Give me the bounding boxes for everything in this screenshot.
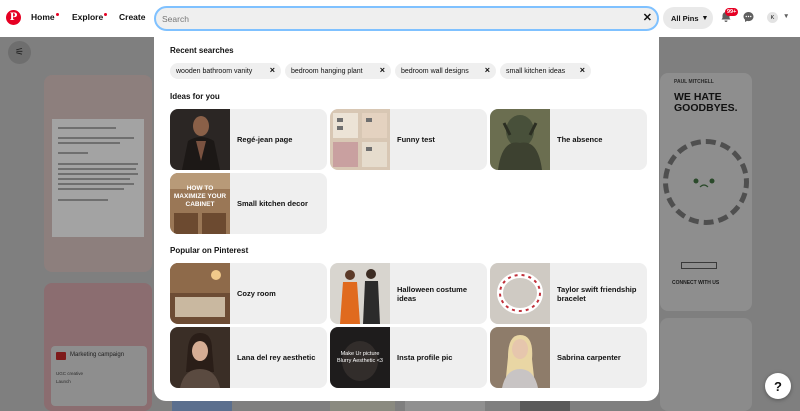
all-pins-filter-dropdown[interactable]: All Pins ▼: [663, 7, 713, 29]
notifications-badge: 99+: [725, 8, 739, 16]
idea-card[interactable]: HOW TO MAXIMIZE YOUR CABINET Small kitch…: [170, 173, 327, 234]
recent-search-label: bedroom wall designs: [401, 67, 469, 75]
idea-label: Small kitchen decor: [237, 199, 308, 208]
ad-cta-button: [681, 262, 717, 269]
nav-explore-label: Explore: [72, 12, 104, 22]
recent-search-chip[interactable]: bedroom wall designs ×: [395, 63, 496, 79]
popular-thumbnail: [170, 263, 230, 324]
marketing-row: Launch: [56, 379, 71, 384]
popular-thumbnail: [490, 327, 550, 388]
marketing-campaign-panel: Marketing campaign UGC creative Launch: [51, 346, 147, 406]
nav-home[interactable]: Home: [31, 12, 59, 22]
recent-search-label: bedroom hanging plant: [291, 67, 363, 75]
account-chevron-down-icon[interactable]: ▼: [783, 13, 789, 20]
idea-card[interactable]: Funny test: [330, 109, 487, 170]
popular-thumbnail: [490, 263, 550, 324]
chevron-down-icon: ▼: [701, 14, 709, 22]
idea-thumbnail: [490, 109, 550, 170]
idea-label: The absence: [557, 135, 603, 144]
recent-search-chip[interactable]: small kitchen ideas ×: [500, 63, 591, 79]
recent-search-label: small kitchen ideas: [506, 67, 566, 75]
help-button[interactable]: ?: [765, 373, 791, 399]
popular-thumbnail: [330, 263, 390, 324]
recent-search-chip[interactable]: wooden bathroom vanity ×: [170, 63, 281, 79]
remove-recent-search-icon[interactable]: ×: [270, 65, 275, 75]
idea-thumbnail: [330, 109, 390, 170]
search-input[interactable]: [162, 12, 632, 26]
nav-explore[interactable]: Explore: [72, 12, 108, 22]
feed-pin-partial[interactable]: [330, 401, 395, 411]
idea-label: Funny test: [397, 135, 435, 144]
remove-recent-search-icon[interactable]: ×: [380, 65, 385, 75]
ad-brand-label: PAUL MITCHELL: [674, 79, 714, 85]
remove-recent-search-icon[interactable]: ×: [485, 65, 490, 75]
all-pins-label: All Pins: [671, 13, 699, 23]
popular-card[interactable]: Make Ur picture Blurry Aesthetic <3 Inst…: [330, 327, 487, 388]
feed-pin-partial[interactable]: [172, 401, 232, 411]
idea-thumbnail: [170, 109, 230, 170]
ad-connect-label: CONNECT WITH US: [672, 280, 720, 286]
email-document-image: [52, 119, 144, 237]
clear-search-icon[interactable]: ✕: [643, 11, 652, 24]
popular-label: Cozy room: [237, 289, 276, 298]
idea-card[interactable]: The absence: [490, 109, 647, 170]
feed-pin-partial[interactable]: [405, 401, 485, 411]
idea-card[interactable]: Regé-jean page: [170, 109, 327, 170]
folder-icon: [56, 352, 66, 360]
nav-home-label: Home: [31, 12, 55, 22]
recent-search-label: wooden bathroom vanity: [176, 67, 253, 75]
popular-card[interactable]: Cozy room: [170, 263, 327, 324]
popular-thumbnail: [170, 327, 230, 388]
feed-pin-marketing[interactable]: Marketing campaign UGC creative Launch: [44, 283, 152, 411]
popular-on-pinterest-heading: Popular on Pinterest: [170, 246, 249, 255]
nav-create-label: Create: [119, 12, 146, 22]
popular-label: Halloween costume ideas: [397, 284, 468, 303]
profile-avatar[interactable]: K: [767, 12, 778, 23]
recent-search-chip[interactable]: bedroom hanging plant ×: [285, 63, 391, 79]
idea-thumbnail-caption: HOW TO MAXIMIZE YOUR CABINET: [173, 185, 227, 208]
search-suggestions-dropdown: Recent searches wooden bathroom vanity ×…: [154, 34, 659, 401]
popular-card[interactable]: Halloween costume ideas: [330, 263, 487, 324]
marketing-row: UGC creative: [56, 371, 84, 376]
sad-face-icon: [693, 178, 715, 188]
feed-pin-thumbnail[interactable]: [660, 318, 752, 411]
remove-recent-search-icon[interactable]: ×: [580, 65, 585, 75]
ideas-for-you-heading: Ideas for you: [170, 92, 220, 101]
feed-pin-paul-mitchell-ad[interactable]: PAUL MITCHELL WE HATE GOODBYES. CONNECT …: [660, 73, 752, 311]
popular-card[interactable]: Taylor swift friendship bracelet: [490, 263, 647, 324]
idea-label: Regé-jean page: [237, 135, 293, 144]
feed-pin-partial[interactable]: [520, 401, 570, 411]
home-dot-indicator: [55, 13, 59, 16]
marketing-campaign-title: Marketing campaign: [70, 352, 125, 358]
ad-headline: WE HATE GOODBYES.: [674, 91, 738, 114]
popular-card[interactable]: Lana del rey aesthetic: [170, 327, 327, 388]
top-bar: P Home Explore Create ✕ All Pins ▼ 99+ K…: [0, 0, 800, 37]
feed-pin-email-guide[interactable]: [44, 75, 152, 272]
popular-label: Insta profile pic: [397, 353, 453, 362]
popular-card[interactable]: Sabrina carpenter: [490, 327, 647, 388]
feed-filter-icon[interactable]: ⚟: [8, 41, 31, 64]
popular-label: Sabrina carpenter: [557, 353, 621, 362]
recent-searches-heading: Recent searches: [170, 46, 234, 55]
search-bar[interactable]: ✕: [154, 6, 659, 31]
explore-dot-indicator: [104, 13, 108, 16]
pinterest-logo-icon[interactable]: P: [6, 10, 21, 25]
popular-label: Taylor swift friendship bracelet: [557, 284, 637, 303]
popular-label: Lana del rey aesthetic: [237, 353, 316, 362]
popular-thumbnail-caption: Make Ur picture Blurry Aesthetic <3: [336, 351, 383, 364]
messages-icon[interactable]: [742, 11, 755, 23]
nav-create[interactable]: Create: [119, 12, 145, 22]
